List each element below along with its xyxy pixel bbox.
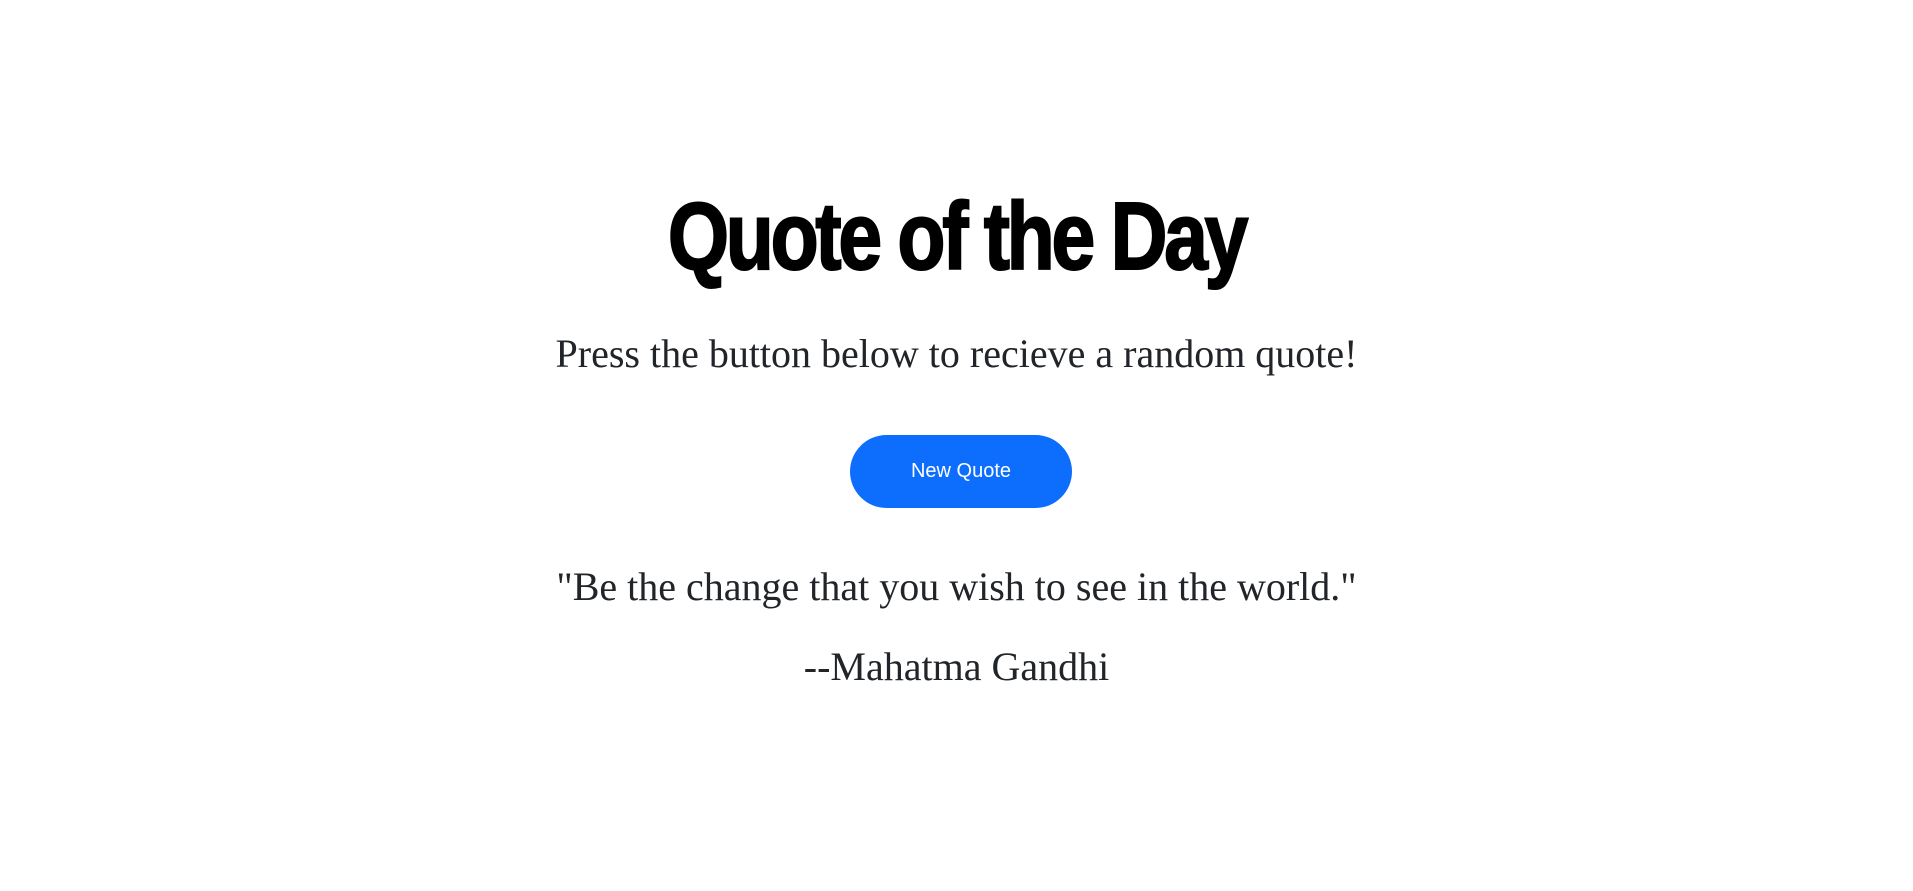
new-quote-button[interactable]: New Quote: [850, 435, 1072, 508]
quote-author: --Mahatma Gandhi: [803, 644, 1110, 689]
page-subtitle: Press the button below to recieve a rand…: [555, 331, 1358, 376]
page: Quote of the Day Press the button below …: [0, 0, 1913, 891]
quote-text: "Be the change that you wish to see in t…: [556, 564, 1357, 609]
page-title: Quote of the Day: [667, 182, 1249, 291]
